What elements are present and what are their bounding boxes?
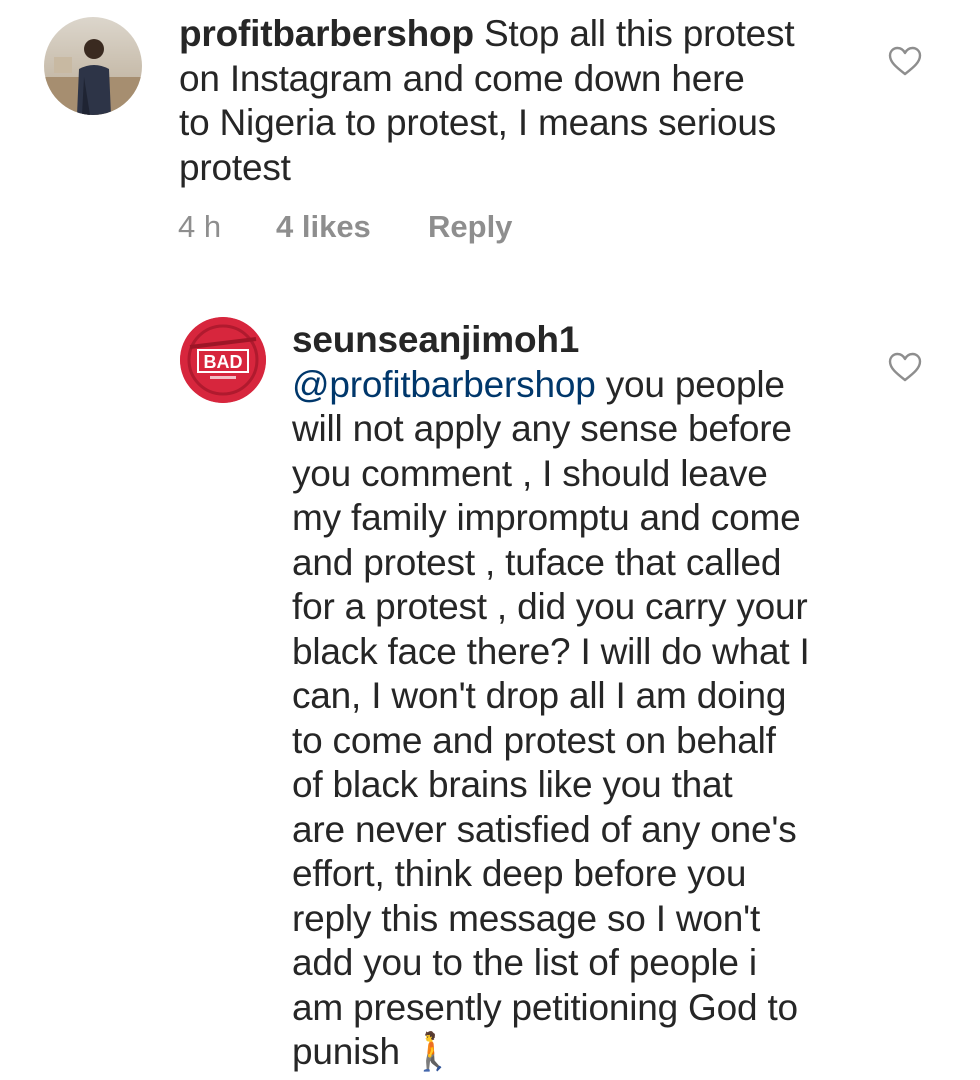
comment-body-line: punish xyxy=(292,1031,410,1072)
comment-text-2: seunseanjimoh1 @profitbarbershop you peo… xyxy=(292,318,810,1075)
comment-body-line: and protest , tuface that called xyxy=(292,541,782,583)
comment-body-line: of black brains like you that xyxy=(292,764,733,805)
heart-outline-icon[interactable] xyxy=(888,352,922,382)
walking-emoji-icon: 🚶 xyxy=(409,1031,456,1072)
comment-body-line: add you to the list of people i xyxy=(292,942,757,983)
comment-item-2: BAD seunseanjimoh1 @profitbarbershop you… xyxy=(0,300,980,1080)
comment-item-1: profitbarbershop Stop all this protest o… xyxy=(0,0,980,260)
comment-body-line: black face there? I will do what I xyxy=(292,630,810,672)
comment-body-line: you people xyxy=(595,363,785,405)
mention-link[interactable]: @profitbarbershop xyxy=(292,364,596,405)
comment-username[interactable]: seunseanjimoh1 xyxy=(292,318,810,363)
comment-body-line: on Instagram and come down here xyxy=(179,57,745,99)
likes-count-button[interactable]: 4 likes xyxy=(276,209,428,245)
heart-outline-icon[interactable] xyxy=(888,46,922,76)
reply-button[interactable]: Reply xyxy=(428,209,512,245)
comment-meta: 4 h 4 likes Reply xyxy=(178,209,512,245)
avatar-profitbarbershop[interactable] xyxy=(44,17,142,115)
comment-text-1: profitbarbershop Stop all this protest o… xyxy=(179,12,795,190)
comment-body-line: for a protest , did you carry your xyxy=(292,586,808,627)
comment-username[interactable]: profitbarbershop xyxy=(179,13,474,54)
comment-body-line: protest xyxy=(179,146,291,188)
comment-body-line: will not apply any sense before xyxy=(292,408,792,449)
comment-body-line: are never satisfied of any one's xyxy=(292,808,797,850)
comment-body-line: you comment , I should leave xyxy=(292,452,768,494)
avatar-seunseanjimoh1[interactable]: BAD xyxy=(180,317,266,403)
comment-body-line: reply this message so I won't xyxy=(292,897,761,939)
comment-body-line: to Nigeria to protest, I means serious xyxy=(179,102,777,143)
bad-logo-icon: BAD xyxy=(180,317,266,403)
comment-body-line: am presently petitioning God to xyxy=(292,986,798,1028)
comment-body-line: effort, think deep before you xyxy=(292,853,747,894)
comment-timestamp: 4 h xyxy=(178,209,222,244)
comment-body-line: my family impromptu and come xyxy=(292,497,801,538)
comment-body-line: Stop all this protest xyxy=(473,13,795,54)
comment-body-line: can, I won't drop all I am doing xyxy=(292,675,787,716)
avatar-logo-text: BAD xyxy=(204,352,243,372)
comment-body-line: to come and protest on behalf xyxy=(292,719,776,761)
avatar-photo-icon xyxy=(44,17,142,115)
